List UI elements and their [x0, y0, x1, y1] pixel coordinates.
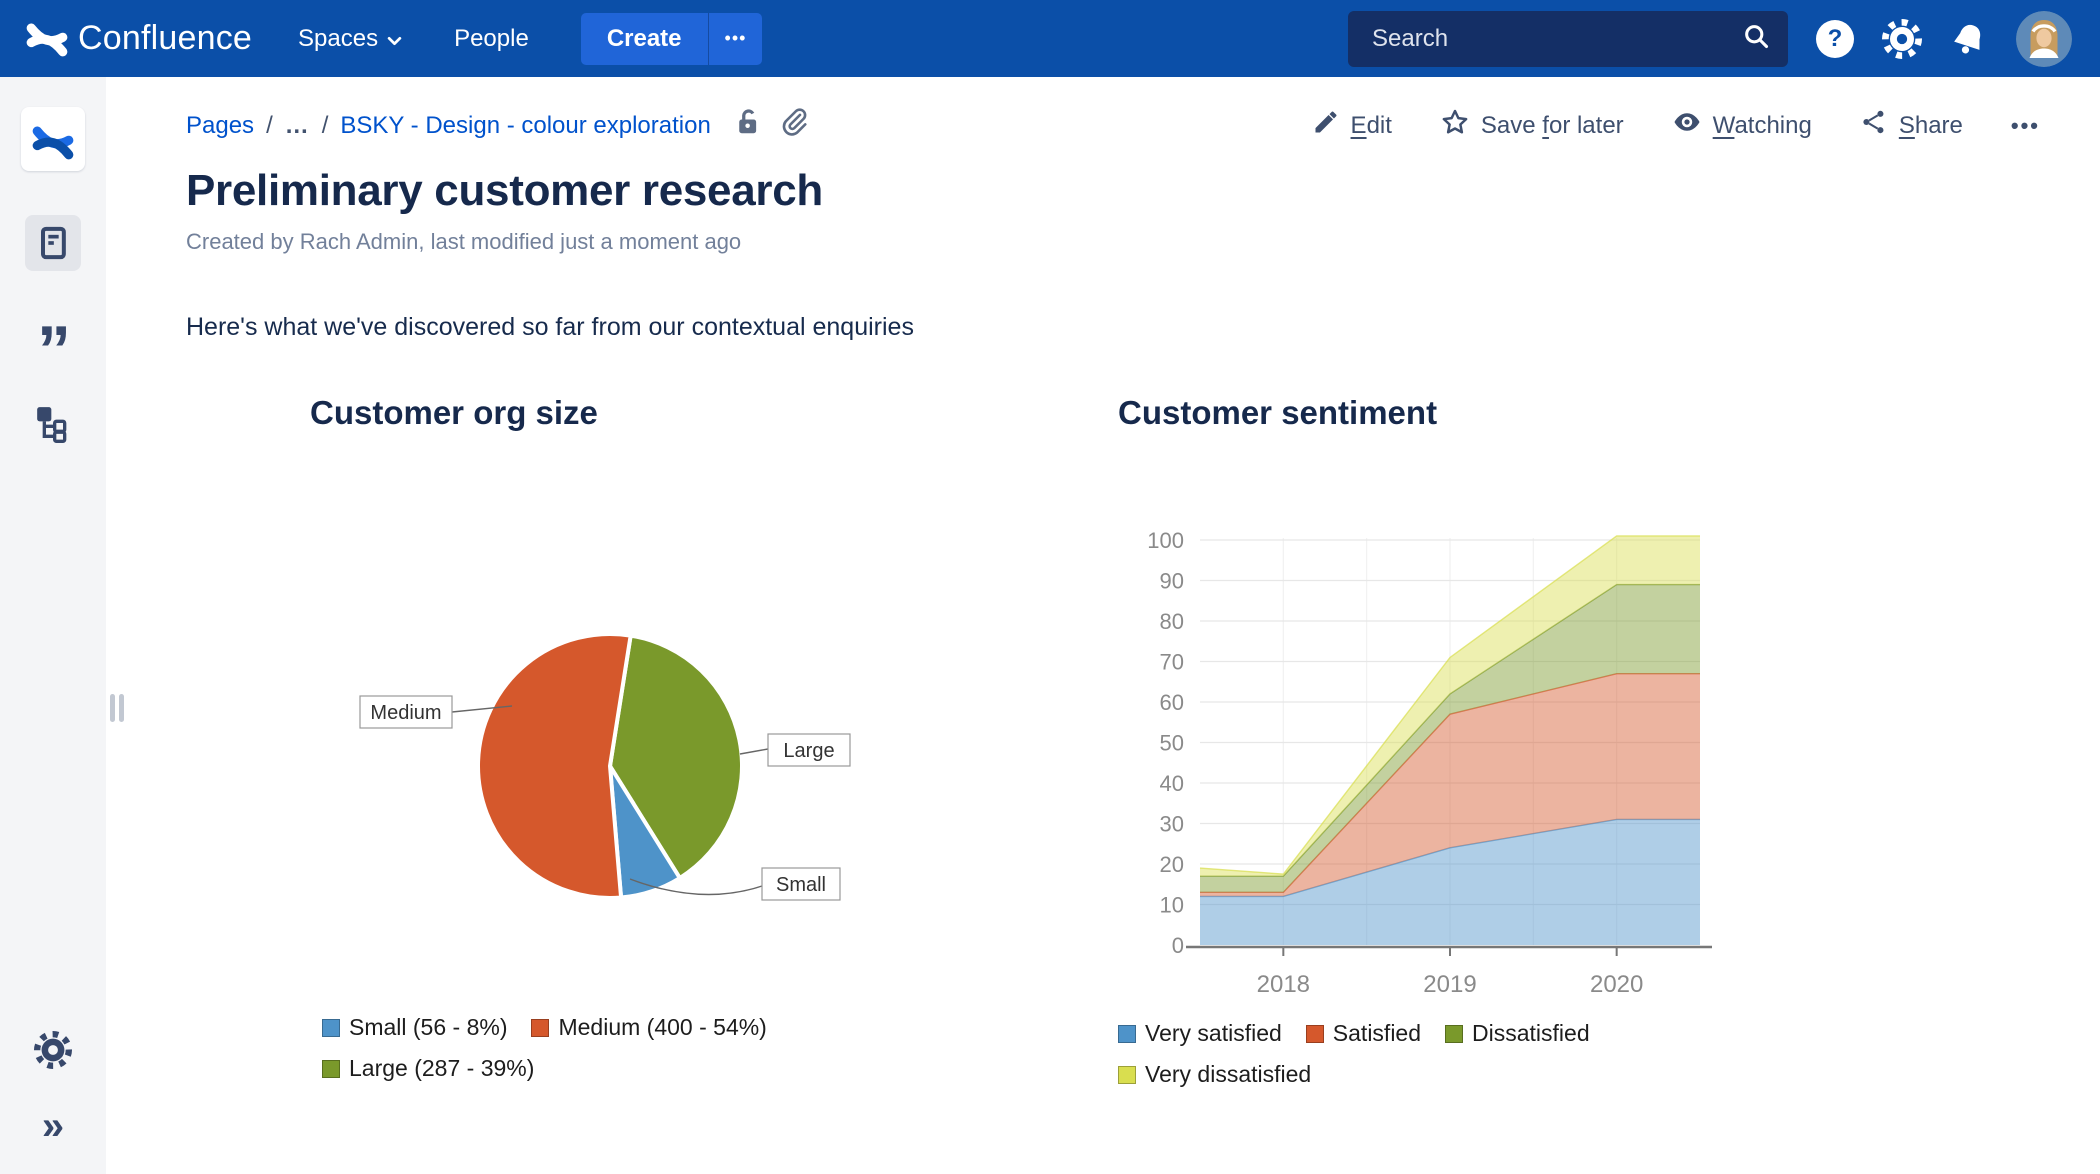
legend-item: Satisfied [1305, 1020, 1421, 1047]
sidebar-resize-handle[interactable] [110, 694, 124, 722]
pie-chart-block: Customer org size Medium Large Small Small… [310, 394, 970, 1088]
breadcrumb-separator: / [321, 111, 329, 139]
page-actions: Edit Save for later Watching Share ••• [1312, 107, 2040, 144]
legend-item: Very satisfied [1118, 1020, 1282, 1047]
svg-text:10: 10 [1160, 893, 1184, 918]
pie-chart-title: Customer org size [310, 394, 598, 431]
page-title: Preliminary customer research [186, 166, 823, 215]
nav-people-label: People [454, 24, 529, 52]
svg-text:20: 20 [1160, 852, 1184, 877]
page-byline: Created by Rach Admin, last modified jus… [186, 229, 742, 254]
breadcrumb: Pages / … / BSKY - Design - colour explo… [186, 107, 809, 144]
user-avatar[interactable] [2016, 10, 2072, 67]
help-icon[interactable]: ? [1816, 19, 1854, 58]
svg-text:0: 0 [1172, 933, 1184, 958]
app-shell: ” » Pages / … / BSKY - Design - colour e… [0, 77, 2100, 1174]
svg-text:Medium: Medium [370, 702, 441, 724]
watching-button[interactable]: Watching [1672, 107, 1812, 144]
page-overflow-button[interactable]: ••• [2011, 113, 2040, 139]
nav-links: Spaces People [298, 25, 529, 53]
svg-text:2018: 2018 [1257, 971, 1310, 998]
pencil-icon [1312, 108, 1340, 143]
svg-text:2020: 2020 [1590, 971, 1643, 998]
svg-text:Large: Large [783, 740, 834, 762]
help-glyph: ? [1827, 24, 1843, 52]
svg-text:50: 50 [1160, 731, 1184, 756]
quotes-icon[interactable]: ” [25, 305, 81, 388]
chevron-down-icon [387, 25, 402, 53]
area-chart-block: Customer sentiment 2018 2019 2020 0 10 20 30 40… [1118, 394, 1768, 1088]
svg-text:40: 40 [1160, 771, 1184, 796]
pie-chart: Medium Large Small [359, 632, 851, 901]
svg-text:90: 90 [1160, 569, 1184, 594]
legend-item: Dissatisfied [1445, 1020, 1590, 1047]
confluence-space-logo[interactable] [21, 107, 85, 171]
bell-icon[interactable] [1950, 20, 1988, 58]
brand-name: Confluence [78, 19, 253, 57]
area-chart-title: Customer sentiment [1118, 394, 1438, 431]
edit-button[interactable]: Edit [1312, 108, 1392, 143]
confluence-logo-icon [26, 15, 68, 62]
svg-text:Small: Small [776, 874, 826, 896]
star-icon [1440, 107, 1470, 144]
pie-legend: Small (56 - 8%) Medium (400 - 54%) Large (… [322, 1014, 842, 1082]
nav-spaces-label: Spaces [298, 24, 379, 52]
area-chart: 2018 2019 2020 0 10 20 30 40 50 60 70 80 90 100 [1147, 528, 1712, 998]
unlocked-icon[interactable] [733, 107, 763, 144]
nav-right: ? [1348, 10, 2072, 67]
search-icon[interactable] [1742, 22, 1770, 55]
share-button[interactable]: Share [1860, 108, 1963, 143]
create-button[interactable]: Create [580, 12, 708, 65]
confluence-app: Confluence Spaces People Create ••• Sear… [0, 0, 2100, 1174]
expand-glyph: » [41, 1104, 65, 1148]
confluence-home-link[interactable]: Confluence [26, 15, 252, 62]
search-box[interactable] [1348, 10, 1788, 67]
page-content: Pages / … / BSKY - Design - colour explo… [106, 77, 2100, 1174]
top-nav: Confluence Spaces People Create ••• Sear… [0, 0, 2100, 77]
breadcrumb-ellipsis[interactable]: … [285, 112, 310, 140]
page-tree-icon[interactable] [25, 395, 81, 451]
nav-people[interactable]: People [454, 25, 529, 53]
legend-item: Medium (400 - 54%) [531, 1014, 767, 1041]
eye-icon [1672, 107, 1702, 144]
share-icon [1860, 108, 1888, 143]
notes-icon[interactable] [25, 215, 81, 271]
space-sidebar: ” » [0, 77, 106, 1174]
search-input[interactable] [1372, 24, 1742, 53]
quotes-glyph: ” [37, 312, 71, 388]
gear-icon[interactable] [1882, 18, 1922, 59]
page-toolbar: Pages / … / BSKY - Design - colour explo… [186, 107, 2040, 144]
breadcrumb-space-link[interactable]: BSKY - Design - colour exploration [340, 112, 710, 140]
expand-chevrons-icon[interactable]: » [25, 1098, 81, 1154]
charts-row: Customer org size Medium Large Small Small… [186, 394, 2040, 1088]
nav-spaces[interactable]: Spaces [298, 25, 402, 53]
svg-text:100: 100 [1147, 528, 1184, 553]
create-overflow-button[interactable]: ••• [707, 12, 763, 65]
svg-text:60: 60 [1160, 690, 1184, 715]
svg-text:30: 30 [1160, 812, 1184, 837]
settings-gear-icon[interactable] [25, 1022, 81, 1078]
create-button-group: Create ••• [580, 12, 763, 65]
breadcrumb-icons [733, 107, 809, 144]
legend-item: Large (287 - 39%) [322, 1055, 534, 1082]
svg-text:80: 80 [1160, 609, 1184, 634]
legend-item: Very dissatisfied [1118, 1061, 1311, 1088]
breadcrumb-pages-link[interactable]: Pages [186, 112, 254, 140]
area-legend: Very satisfied Satisfied Dissatisfied Very … [1118, 1020, 1718, 1088]
intro-text: Here's what we've discovered so far from… [186, 313, 914, 341]
breadcrumb-separator: / [266, 111, 273, 139]
attachment-icon[interactable] [779, 107, 809, 144]
svg-text:70: 70 [1160, 650, 1184, 675]
legend-item: Small (56 - 8%) [322, 1014, 507, 1041]
save-for-later-button[interactable]: Save for later [1440, 107, 1624, 144]
svg-text:2019: 2019 [1423, 971, 1476, 998]
